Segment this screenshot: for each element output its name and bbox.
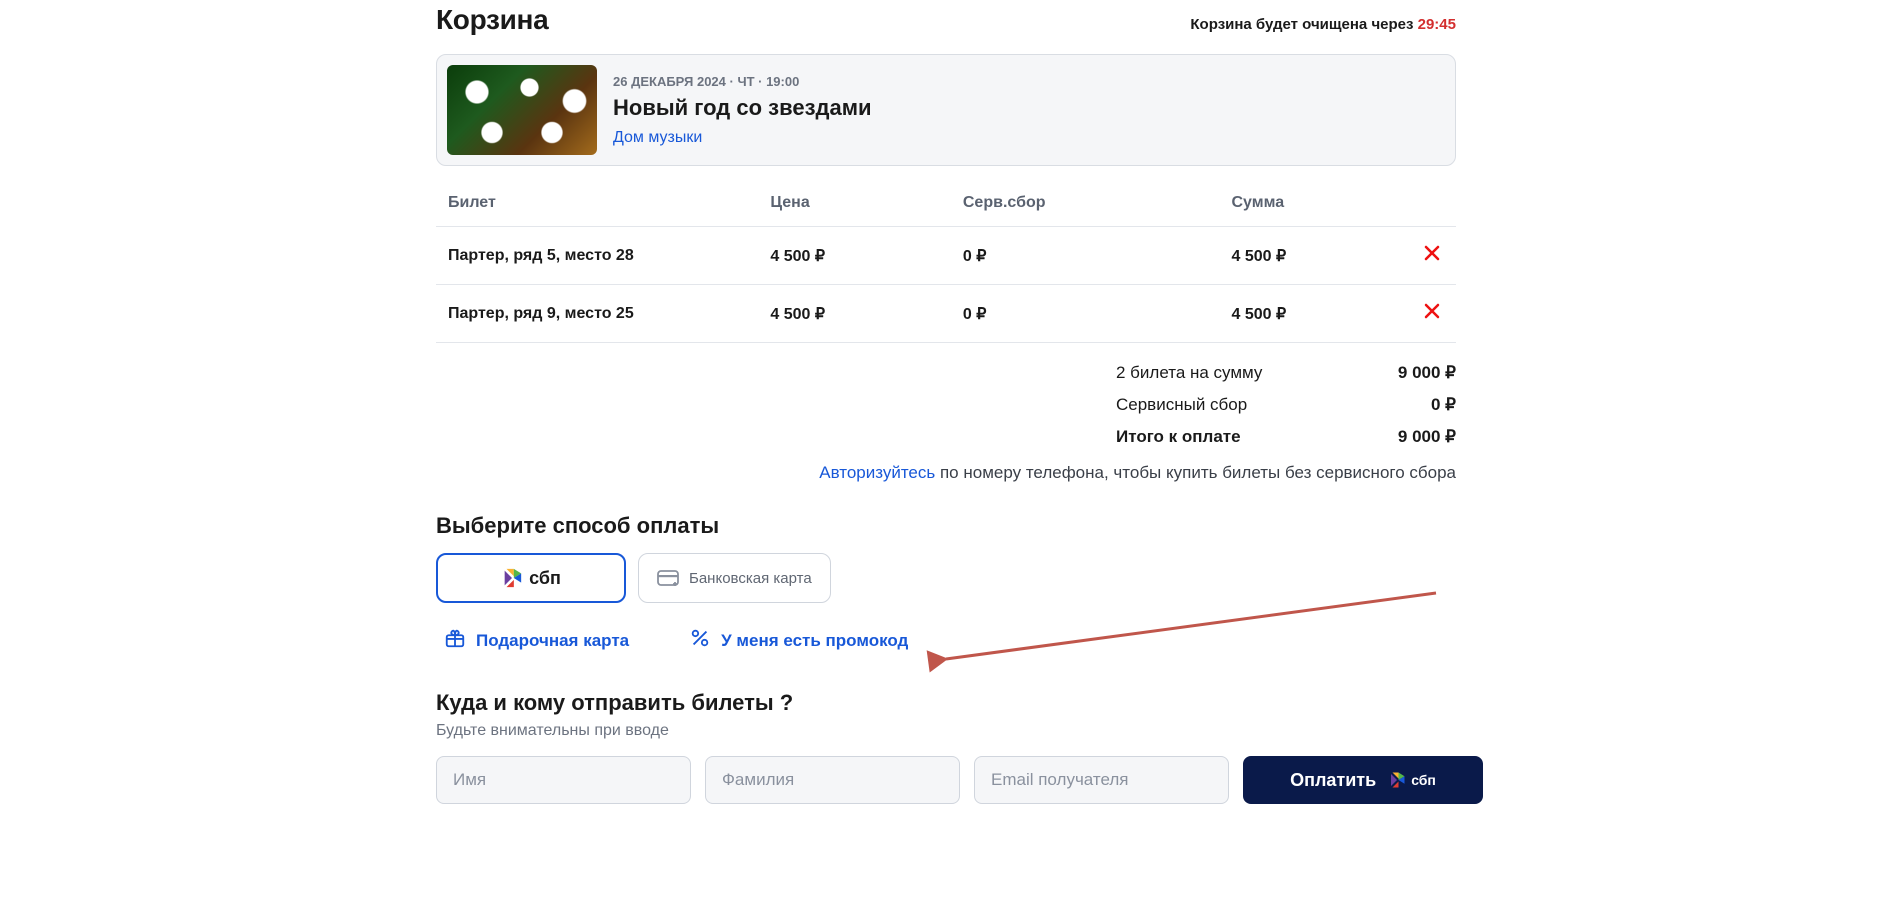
summary-fee-value: 0 ₽: [1356, 395, 1456, 415]
ticket-desc: Партер, ряд 9, место 25: [436, 285, 762, 343]
event-title: Новый год со звездами: [613, 95, 872, 121]
col-sum: Сумма: [1224, 180, 1417, 227]
ticket-desc: Партер, ряд 5, место 28: [436, 227, 762, 285]
remove-ticket-button[interactable]: [1424, 303, 1440, 323]
ticket-fee: 0 ₽: [955, 285, 1224, 343]
col-price: Цена: [762, 180, 954, 227]
cart-timer: Корзина будет очищена через 29:45: [1190, 16, 1456, 33]
last-name-field[interactable]: [705, 756, 960, 804]
promo-code-button[interactable]: У меня есть промокод: [689, 627, 908, 654]
cart-timer-label: Корзина будет очищена через: [1190, 16, 1417, 33]
pay-method-card-label: Банковская карта: [689, 570, 812, 587]
payment-section-title: Выберите способ оплаты: [436, 513, 1456, 539]
gift-card-button[interactable]: Подарочная карта: [444, 627, 629, 654]
delivery-subtitle: Будьте внимательны при вводе: [436, 722, 1456, 740]
table-row: Партер, ряд 5, место 28 4 500 ₽ 0 ₽ 4 50…: [436, 227, 1456, 285]
pay-button-label: Оплатить: [1290, 770, 1376, 791]
ticket-sum: 4 500 ₽: [1224, 285, 1417, 343]
pay-method-sbp[interactable]: сбп: [436, 553, 626, 603]
col-ticket: Билет: [436, 180, 762, 227]
delivery-section-title: Куда и кому отправить билеты ?: [436, 690, 1456, 716]
pay-button[interactable]: Оплатить сбп: [1243, 756, 1483, 804]
auth-link[interactable]: Авторизуйтесь: [819, 463, 935, 482]
email-field[interactable]: [974, 756, 1229, 804]
cart-timer-value: 29:45: [1418, 16, 1456, 33]
ticket-fee: 0 ₽: [955, 227, 1224, 285]
tickets-table: Билет Цена Серв.сбор Сумма Партер, ряд 5…: [436, 180, 1456, 343]
close-icon: [1424, 303, 1440, 319]
col-fee: Серв.сбор: [955, 180, 1224, 227]
summary: 2 билета на сумму 9 000 ₽ Сервисный сбор…: [436, 357, 1456, 453]
sbp-logo-icon: сбп: [501, 567, 561, 589]
table-row: Партер, ряд 9, место 25 4 500 ₽ 0 ₽ 4 50…: [436, 285, 1456, 343]
percent-icon: [689, 627, 711, 654]
summary-count-value: 9 000 ₽: [1356, 363, 1456, 383]
pay-method-card[interactable]: Банковская карта: [638, 553, 831, 603]
auth-note: Авторизуйтесь по номеру телефона, чтобы …: [436, 463, 1456, 483]
event-card: 26 ДЕКАБРЯ 2024 · ЧТ · 19:00 Новый год с…: [436, 54, 1456, 166]
summary-fee-label: Сервисный сбор: [1116, 395, 1296, 415]
sbp-icon: сбп: [1388, 771, 1436, 789]
close-icon: [1424, 245, 1440, 261]
gift-icon: [444, 627, 466, 654]
card-icon: [657, 569, 679, 587]
summary-total-label: Итого к оплате: [1116, 427, 1296, 447]
ticket-price: 4 500 ₽: [762, 227, 954, 285]
pay-button-sbp-label: сбп: [1411, 772, 1436, 788]
first-name-field[interactable]: [436, 756, 691, 804]
summary-total-value: 9 000 ₽: [1356, 427, 1456, 447]
ticket-price: 4 500 ₽: [762, 285, 954, 343]
remove-ticket-button[interactable]: [1424, 245, 1440, 265]
event-venue-link[interactable]: Дом музыки: [613, 129, 702, 146]
gift-card-label: Подарочная карта: [476, 631, 629, 651]
summary-count-label: 2 билета на сумму: [1116, 363, 1296, 383]
event-date: 26 ДЕКАБРЯ 2024 · ЧТ · 19:00: [613, 74, 872, 89]
ticket-sum: 4 500 ₽: [1224, 227, 1417, 285]
sbp-label: сбп: [529, 569, 561, 587]
page-title: Корзина: [436, 4, 548, 36]
event-image: [447, 65, 597, 155]
auth-note-text: по номеру телефона, чтобы купить билеты …: [935, 463, 1456, 482]
promo-code-label: У меня есть промокод: [721, 631, 908, 651]
